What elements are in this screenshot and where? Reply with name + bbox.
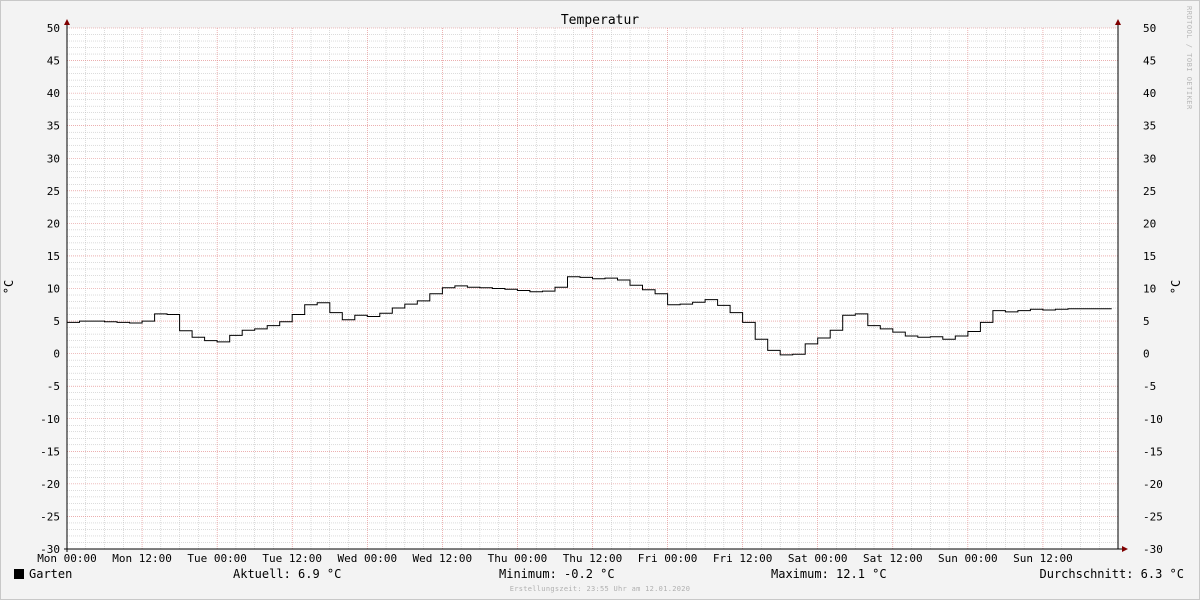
y-tick-label: 20 bbox=[1143, 217, 1156, 230]
y-tick-label: -10 bbox=[40, 413, 60, 426]
y-tick-label: 30 bbox=[1143, 152, 1156, 165]
x-tick-label: Sun 00:00 bbox=[938, 552, 998, 565]
y-tick-label: 35 bbox=[47, 120, 60, 133]
legend-label: Garten bbox=[29, 567, 73, 581]
y-tick-label: 15 bbox=[47, 250, 60, 263]
x-tick-label: Tue 00:00 bbox=[187, 552, 247, 565]
x-tick-label: Mon 00:00 bbox=[37, 552, 97, 565]
y-tick-label: 50 bbox=[1143, 22, 1156, 35]
legend-swatch bbox=[14, 569, 24, 579]
y-tick-label: -20 bbox=[40, 478, 60, 491]
y-tick-label: 25 bbox=[1143, 185, 1156, 198]
y-tick-label: -5 bbox=[47, 380, 60, 393]
stat-durchschnitt: Durchschnitt: 6.3 °C bbox=[1039, 567, 1185, 581]
x-tick-label: Tue 12:00 bbox=[262, 552, 322, 565]
stat-minimum: Minimum: -0.2 °C bbox=[499, 567, 615, 581]
stat-maximum: Maximum: 12.1 °C bbox=[771, 567, 887, 581]
x-tick-labels: Mon 00:00 Mon 12:00 Tue 00:00 Tue 12:00 Wed … bbox=[37, 552, 1073, 565]
chart-title: Temperatur bbox=[561, 13, 639, 28]
y-axis-arrow-right bbox=[1115, 19, 1121, 25]
x-axis-arrow bbox=[1122, 546, 1128, 552]
y-tick-label: 5 bbox=[1143, 315, 1150, 328]
y-tick-label: 20 bbox=[47, 217, 60, 230]
x-tick-label: Wed 00:00 bbox=[337, 552, 397, 565]
y-tick-label: 40 bbox=[47, 87, 60, 100]
y-axis-label-right: °C bbox=[1169, 280, 1183, 294]
x-tick-label: Thu 00:00 bbox=[488, 552, 548, 565]
y-axis-arrow-left bbox=[64, 19, 70, 25]
y-tick-label: -25 bbox=[40, 510, 60, 523]
y-tick-label: -25 bbox=[1143, 510, 1163, 523]
legend: Garten Aktuell: 6.9 °C Minimum: -0.2 °C … bbox=[0, 567, 1200, 585]
y-tick-label: 10 bbox=[1143, 283, 1156, 296]
y-tick-label: 25 bbox=[47, 185, 60, 198]
y-tick-labels-right: 50454035302520151050-5-10-15-20-25-30 bbox=[1143, 22, 1163, 556]
x-tick-label: Thu 12:00 bbox=[563, 552, 623, 565]
y-tick-label: 0 bbox=[1143, 348, 1150, 361]
x-tick-label: Fri 00:00 bbox=[638, 552, 698, 565]
temperature-chart: 50454035302520151050-5-10-15-20-25-30 50… bbox=[2, 13, 1183, 565]
x-tick-label: Sat 12:00 bbox=[863, 552, 923, 565]
y-tick-label: -15 bbox=[1143, 445, 1163, 458]
y-tick-label: 0 bbox=[53, 348, 60, 361]
x-tick-label: Fri 12:00 bbox=[713, 552, 773, 565]
y-tick-label: 40 bbox=[1143, 87, 1156, 100]
y-tick-label: 15 bbox=[1143, 250, 1156, 263]
legend-item-garten: Garten bbox=[14, 567, 72, 581]
y-axis-label-left: °C bbox=[2, 280, 16, 294]
y-tick-label: 5 bbox=[53, 315, 60, 328]
y-tick-label: -30 bbox=[1143, 543, 1163, 556]
rrdtool-watermark: RRDTOOL / TOBI OETIKER bbox=[1185, 6, 1193, 110]
x-tick-label: Mon 12:00 bbox=[112, 552, 172, 565]
creation-time-footer: Erstellungszeit: 23:55 Uhr am 12.01.2020 bbox=[509, 585, 691, 593]
y-tick-label: 10 bbox=[47, 283, 60, 296]
y-tick-label: -10 bbox=[1143, 413, 1163, 426]
y-tick-label: -5 bbox=[1143, 380, 1156, 393]
y-tick-labels-left: 50454035302520151050-5-10-15-20-25-30 bbox=[40, 22, 60, 556]
x-tick-label: Wed 12:00 bbox=[413, 552, 473, 565]
y-tick-label: 45 bbox=[47, 55, 60, 68]
y-tick-label: 30 bbox=[47, 152, 60, 165]
y-tick-label: -15 bbox=[40, 445, 60, 458]
y-tick-label: -20 bbox=[1143, 478, 1163, 491]
y-tick-label: 45 bbox=[1143, 55, 1156, 68]
stat-aktuell: Aktuell: 6.9 °C bbox=[233, 567, 342, 581]
y-tick-label: 50 bbox=[47, 22, 60, 35]
x-tick-label: Sat 00:00 bbox=[788, 552, 848, 565]
y-tick-label: 35 bbox=[1143, 120, 1156, 133]
x-tick-label: Sun 12:00 bbox=[1013, 552, 1073, 565]
